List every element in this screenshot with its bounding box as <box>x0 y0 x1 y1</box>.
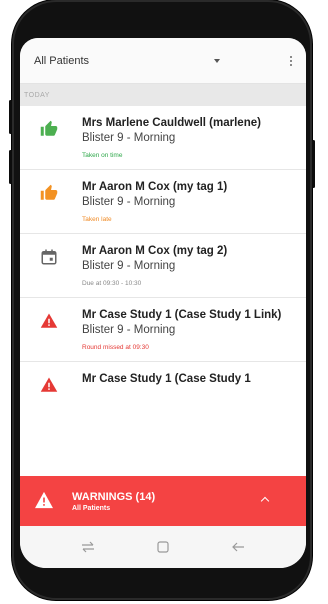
recent-apps-icon[interactable] <box>78 537 98 557</box>
blister-label: Blister 9 - Morning <box>82 196 176 208</box>
thumbs-up-icon <box>40 184 58 200</box>
status-text: Due at 09:30 - 10:30 <box>82 280 142 287</box>
app-screen: All Patients TODAY Mrs Marlene Cauldwell… <box>20 38 306 568</box>
list-item[interactable]: Mr Aaron M Cox (my tag 1) Blister 9 - Mo… <box>20 170 306 234</box>
thumbs-up-icon <box>40 120 58 136</box>
status-text: Round missed at 09:30 <box>82 344 149 351</box>
warning-icon <box>40 313 58 328</box>
patient-name: Mr Aaron M Cox (my tag 2) <box>82 245 228 257</box>
list-item[interactable]: Mr Case Study 1 (Case Study 1 Link) Blis… <box>20 298 306 362</box>
patient-filter-dropdown[interactable]: All Patients <box>34 55 286 67</box>
blister-label: Blister 9 - Morning <box>82 324 176 336</box>
volume-button <box>9 100 12 134</box>
warning-icon <box>35 491 53 509</box>
warnings-subtitle: All Patients <box>72 504 111 512</box>
patient-name: Mrs Marlene Cauldwell (marlene) <box>82 117 261 129</box>
blister-label: Blister 9 - Morning <box>82 132 176 144</box>
list-item[interactable]: Mr Aaron M Cox (my tag 2) Blister 9 - Mo… <box>20 234 306 298</box>
list-item[interactable]: Mr Case Study 1 (Case Study 1 <box>20 362 306 396</box>
status-text: Taken on time <box>82 152 123 159</box>
list-item[interactable]: Mrs Marlene Cauldwell (marlene) Blister … <box>20 106 306 170</box>
system-nav-bar <box>20 526 306 568</box>
patient-name: Mr Aaron M Cox (my tag 1) <box>82 181 228 193</box>
volume-button-2 <box>9 150 12 184</box>
patient-filter-label: All Patients <box>34 54 90 67</box>
power-button <box>312 140 315 188</box>
warning-icon <box>40 377 58 392</box>
calendar-icon <box>41 249 57 265</box>
section-header-today: TODAY <box>20 84 306 106</box>
status-text: Taken late <box>82 216 112 223</box>
dropdown-caret-icon <box>214 58 220 63</box>
patient-name: Mr Case Study 1 (Case Study 1 Link) <box>82 309 282 321</box>
warnings-bar[interactable]: WARNINGS (14) All Patients <box>20 476 306 526</box>
patient-name: Mr Case Study 1 (Case Study 1 <box>82 373 251 385</box>
blister-label: Blister 9 - Morning <box>82 260 176 272</box>
home-icon[interactable] <box>153 537 173 557</box>
back-icon[interactable] <box>228 537 248 557</box>
more-options-icon[interactable] <box>286 52 296 70</box>
app-bar: All Patients <box>20 38 306 84</box>
warnings-title: WARNINGS (14) <box>72 490 156 503</box>
chevron-up-icon[interactable] <box>260 496 270 506</box>
